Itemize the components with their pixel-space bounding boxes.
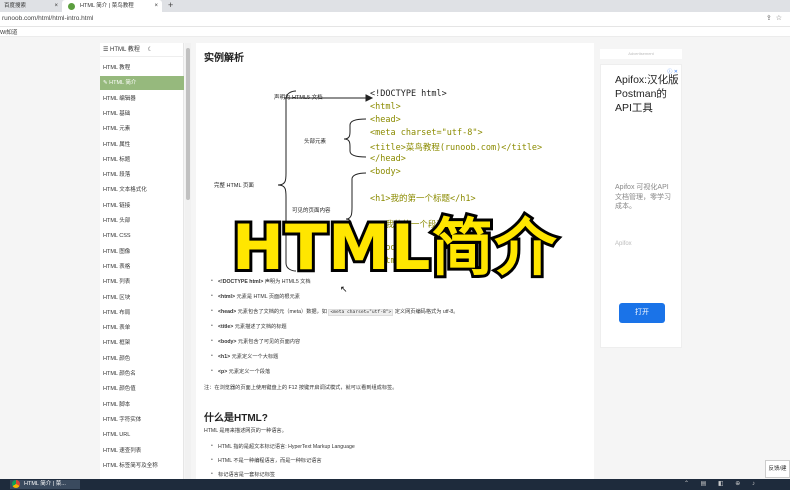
close-icon[interactable]: × <box>154 0 158 12</box>
list-item: HTML 指的是超文本标记语言: HyperText Markup Langua… <box>211 443 355 450</box>
sidebar-item[interactable]: HTML 速查列表 <box>100 444 184 458</box>
sidebar-item[interactable]: HTML 标签简写及全称 <box>100 459 184 473</box>
close-icon[interactable]: × <box>54 0 58 12</box>
sidebar-scrollbar-thumb[interactable] <box>186 48 190 200</box>
sidebar-item[interactable]: HTML 表格 <box>100 260 184 274</box>
sidebar-item[interactable]: HTML 基础 <box>100 107 184 121</box>
diagram-label-head: 头部元素 <box>304 139 327 145</box>
feedback-button[interactable]: 反馈/建议 <box>765 460 790 488</box>
section-title-what-is-html: 什么是HTML? <box>204 413 268 424</box>
sidebar-item[interactable]: HTML 图像 <box>100 245 184 259</box>
sidebar-item[interactable]: HTML 框架 <box>100 336 184 350</box>
tab-html-intro[interactable]: HTML 简介 | 菜鸟教程 × <box>62 0 162 12</box>
tab-label: 百度搜索 <box>4 3 27 9</box>
taskbar: HTML 简介 | 菜... ⌃ ▤ ◧ ⊕ ♪ <box>0 479 790 490</box>
mouse-cursor-icon: ↖ <box>340 284 348 294</box>
list-item: 标记语言是一套标记标签 <box>211 471 275 478</box>
code-line: </head> <box>370 154 406 164</box>
sidebar-item[interactable]: HTML 属性 <box>100 138 184 152</box>
code-line: <meta charset="utf-8"> <box>370 128 483 138</box>
sidebar-item[interactable]: HTML 布局 <box>100 306 184 320</box>
code-line: <title>菜鸟教程(runoob.com)</title> <box>370 143 543 153</box>
sidebar-title: HTML 教程 <box>110 47 140 53</box>
ad-brand: Apifox <box>615 241 632 247</box>
code-line: <h1>我的第一个标题</h1> <box>370 194 476 204</box>
code-line: <head> <box>370 115 401 125</box>
sidebar: ☰ HTML 教程 ☾ HTML 教程 ✎ HTML 简介 HTML 编辑器 HTML… <box>100 43 184 479</box>
list-item: <html> 元素是 HTML 页面的根元素 <box>211 293 300 300</box>
tab-label: HTML 简介 | 菜鸟教程 <box>80 3 134 9</box>
sidebar-item[interactable]: HTML 链接 <box>100 199 184 213</box>
tab-bar: 百度搜索 × HTML 简介 | 菜鸟教程 × + <box>0 0 790 12</box>
ad-top-label: Advertisement <box>600 49 682 59</box>
sidebar-item[interactable]: HTML 段落 <box>100 168 184 182</box>
list-item: <body> 元素包含了可见的页面内容 <box>211 338 300 345</box>
system-tray-icons[interactable]: ⌃ ▤ ◧ ⊕ ♪ <box>684 480 760 487</box>
code-line: <body> <box>370 167 401 177</box>
new-tab-button[interactable]: + <box>168 0 173 11</box>
ad-title[interactable]: Apifox:汉化版Postman的API工具 <box>615 73 679 115</box>
code-line: <html> <box>370 102 401 112</box>
list-item: HTML 不是一种编程语言，而是一种标记语言 <box>211 457 322 464</box>
address-bar-icons[interactable]: ⇪☆ <box>766 14 786 22</box>
list-item: <p> 元素定义一个段落 <box>211 368 270 375</box>
taskbar-app-label: HTML 简介 | 菜... <box>24 481 66 487</box>
sidebar-item[interactable]: HTML 编辑器 <box>100 92 184 106</box>
share-icon: ⇪ <box>765 15 776 22</box>
sidebar-item[interactable]: HTML 元素 <box>100 122 184 136</box>
sidebar-item[interactable]: HTML 列表 <box>100 275 184 289</box>
sidebar-item[interactable]: HTML 颜色 <box>100 352 184 366</box>
moon-icon[interactable]: ☾ <box>148 47 153 53</box>
bookmarks-bar: Wi知道 <box>0 27 790 37</box>
sidebar-item[interactable]: HTML 标题 <box>100 153 184 167</box>
diagram-label-doctype: 声明为 HTML5 文档 <box>274 95 323 101</box>
sidebar-item[interactable]: HTML 教程 <box>100 61 184 75</box>
tip-note: 注：在浏览器的页面上使用键盘上的 F12 按键开启调试模式，就可以看到组成标签。 <box>204 385 398 391</box>
tab-baidu[interactable]: 百度搜索 × <box>0 0 60 12</box>
sidebar-item[interactable]: HTML 表单 <box>100 321 184 335</box>
list-item: <title> 元素描述了文档的标题 <box>211 323 287 330</box>
bookmark-item[interactable]: Wi知道 <box>0 28 17 36</box>
address-bar[interactable]: runoob.com/html/html-intro.html ⇪☆ <box>0 12 790 27</box>
sidebar-item[interactable]: ✎ HTML 简介 <box>100 76 184 91</box>
sidebar-item[interactable]: HTML 颜色值 <box>100 382 184 396</box>
chrome-icon <box>12 480 20 488</box>
ad-open-button[interactable]: 打开 <box>619 303 665 323</box>
diagram-label-full-page: 完整 HTML 页面 <box>214 183 254 189</box>
star-icon: ☆ <box>775 15 786 22</box>
sidebar-header: ☰ HTML 教程 ☾ <box>100 43 184 57</box>
sidebar-item[interactable]: HTML CSS <box>100 229 184 243</box>
list-item: <h1> 元素定义一个大标题 <box>211 353 278 360</box>
taskbar-app-chrome[interactable]: HTML 简介 | 菜... <box>10 480 80 489</box>
section-intro: HTML 是用来描述网页的一种语言。 <box>204 428 287 434</box>
sidebar-item[interactable]: HTML 文本格式化 <box>100 183 184 197</box>
list-icon: ☰ <box>103 47 111 53</box>
list-item: <head> 元素包含了文档的元（meta）数据，如 <meta charset… <box>211 308 458 316</box>
video-overlay-title: HTML简介 <box>229 208 559 287</box>
sidebar-item[interactable]: HTML 区块 <box>100 291 184 305</box>
sidebar-item[interactable]: HTML 字符实体 <box>100 413 184 427</box>
runoob-favicon-icon <box>68 3 75 10</box>
sidebar-item[interactable]: HTML 脚本 <box>100 398 184 412</box>
sidebar-item[interactable]: HTML 头部 <box>100 214 184 228</box>
sidebar-item[interactable]: HTML URL <box>100 428 184 442</box>
advertisement[interactable]: ⓘ ✕ Apifox:汉化版Postman的API工具 Apifox 可视化AP… <box>600 64 682 348</box>
code-line: <!DOCTYPE html> <box>370 89 447 99</box>
sidebar-item[interactable]: HTML 颜色名 <box>100 367 184 381</box>
url-text[interactable]: runoob.com/html/html-intro.html <box>2 15 93 22</box>
ad-subtitle: Apifox 可视化API 文档管理，零学习成本。 <box>615 184 671 210</box>
